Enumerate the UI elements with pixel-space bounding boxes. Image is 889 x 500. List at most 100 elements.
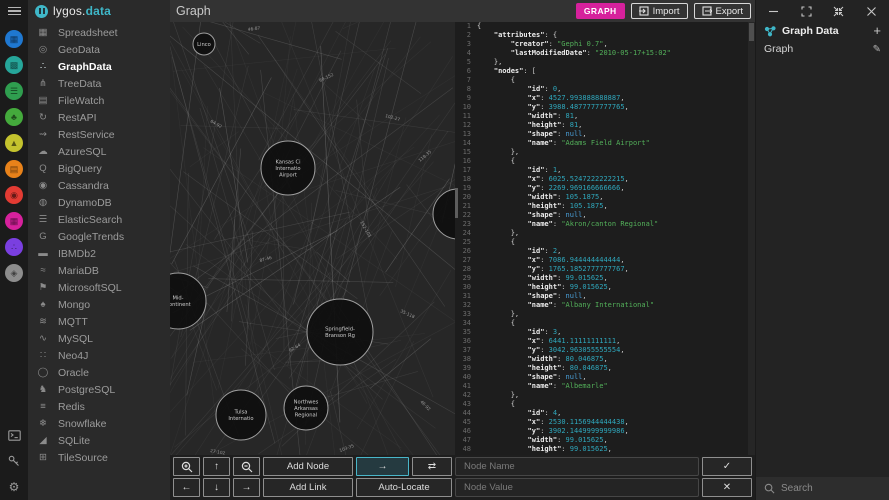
graph-mode-button[interactable]: GRAPH (575, 3, 625, 19)
editor-scrollbar[interactable] (748, 22, 755, 455)
code-line: 4 "lastModifiedDate": "2010-05-17+15:02" (466, 49, 671, 57)
svg-text:Linco: Linco (197, 42, 211, 48)
module-media-icon[interactable]: ▦ (5, 212, 23, 230)
add-graph-icon[interactable]: + (873, 24, 881, 37)
module-tree-icon[interactable]: ♣ (5, 108, 23, 126)
zoom-out-button[interactable] (233, 457, 260, 476)
directed-edge-button[interactable]: → (356, 457, 409, 476)
zoom-in-button[interactable] (173, 457, 200, 476)
key-icon[interactable] (0, 448, 28, 474)
svg-text:Regional: Regional (295, 412, 317, 418)
sidebar-item-mqtt[interactable]: ≋ MQTT (28, 313, 170, 330)
code-line: 40 "shape": null, (462, 373, 587, 381)
sidebar-item-microsoftsql[interactable]: ⚑ MicrosoftSQL (28, 279, 170, 296)
sidebar-item-ibmdb2[interactable]: ▬ IBMDb2 (28, 245, 170, 262)
pan-down-button[interactable]: ↓ (203, 478, 230, 497)
sidebar-item-snowflake[interactable]: ❄ Snowflake (28, 415, 170, 432)
module-network-icon[interactable]: ∴ (5, 238, 23, 256)
maximize-icon[interactable] (801, 5, 812, 17)
zoom-in-icon (181, 461, 192, 472)
sidebar-item-graphdata[interactable]: ∴ GraphData (28, 58, 170, 75)
node-value-input[interactable] (455, 478, 699, 497)
sidebar-item-spreadsheet[interactable]: ▦ Spreadsheet (28, 24, 170, 41)
graph-data-title: Graph Data (782, 25, 839, 37)
sidebar-item-dynamodb[interactable]: ◍ DynamoDB (28, 194, 170, 211)
sidebar-item-label: AzureSQL (58, 145, 107, 158)
sidebar-item-treedata[interactable]: ⋔ TreeData (28, 75, 170, 92)
terminal-icon[interactable] (0, 422, 28, 448)
module-building-icon[interactable]: ▤ (5, 160, 23, 178)
sidebar-item-restapi[interactable]: ↻ RestAPI (28, 109, 170, 126)
sidebar-item-label: ElasticSearch (58, 213, 123, 226)
sidebar-item-neo4j[interactable]: ∷ Neo4J (28, 347, 170, 364)
code-line: 19 "y": 2269.969166666666, (462, 184, 625, 192)
code-line: 30 "height": 99.015625, (462, 283, 612, 291)
code-line: 15 }, (462, 148, 520, 156)
node-name-input[interactable] (455, 457, 699, 476)
export-button[interactable]: Export (693, 3, 751, 19)
ibmdb2-icon: ▬ (38, 248, 48, 259)
settings-gear-icon[interactable]: ⚙ (0, 474, 28, 500)
sidebar-item-label: GoogleTrends (58, 230, 125, 243)
sidebar-item-cassandra[interactable]: ◉ Cassandra (28, 177, 170, 194)
minimize-icon[interactable] (768, 6, 779, 17)
graph-node-northwest-arkansas-regional[interactable]: NorthwesArkansasRegional (283, 385, 329, 431)
graph-node-tulsa-international[interactable]: TulsaInternatio (215, 389, 267, 441)
add-node-button[interactable]: Add Node (263, 457, 353, 476)
json-code-editor[interactable]: 1{2 "attributes": {3 "creator": "Gephi 0… (455, 22, 755, 455)
code-lines: 1{2 "attributes": {3 "creator": "Gephi 0… (455, 22, 755, 454)
pan-right-button[interactable]: → (233, 478, 260, 497)
sidebar-item-bigquery[interactable]: Q BigQuery (28, 160, 170, 177)
sidebar-item-mariadb[interactable]: ≈ MariaDB (28, 262, 170, 279)
editor-scrollbar-thumb[interactable] (749, 23, 754, 41)
edit-pencil-icon[interactable]: ✎ (873, 44, 881, 55)
confirm-button[interactable]: ✓ (702, 457, 752, 476)
sidebar-item-sqlite[interactable]: ◢ SQLite (28, 432, 170, 449)
module-sign-icon[interactable]: ◉ (5, 186, 23, 204)
graph-node-kansas-city-international-airport[interactable]: Kansas CiInternatioAirport (260, 140, 316, 196)
auto-locate-button[interactable]: Auto-Locate (356, 478, 452, 497)
close-icon[interactable] (866, 6, 877, 17)
search-input[interactable] (781, 483, 881, 494)
sidebar-item-mongo[interactable]: ♠ Mongo (28, 296, 170, 313)
module-markdown-icon[interactable]: ☰ (5, 82, 23, 100)
graph-list-item[interactable]: Graph ✎ (756, 40, 889, 58)
add-link-button[interactable]: Add Link (263, 478, 353, 497)
sidebar-item-filewatch[interactable]: ▤ FileWatch (28, 92, 170, 109)
sidebar-item-label: SQLite (58, 434, 91, 447)
code-line: 29 "width": 99.015625, (462, 274, 608, 282)
sidebar-item-restservice[interactable]: ⇝ RestService (28, 126, 170, 143)
graph-canvas[interactable]: 46-87 64-92 69-152 102-27 118-35 152-103 87-46… (170, 22, 455, 455)
pan-left-button[interactable]: ← (173, 478, 200, 497)
code-line: 12 "height": 81, (462, 121, 583, 129)
module-calc-icon[interactable]: ▩ (5, 56, 23, 74)
bidirectional-edge-button[interactable]: ⇄ (412, 457, 452, 476)
sidebar-item-elasticsearch[interactable]: ☰ ElasticSearch (28, 211, 170, 228)
module-spreadsheet-icon[interactable]: ▦ (5, 30, 23, 48)
graph-node-springfield-branson-rg[interactable]: Springfield-Branson Rg (306, 298, 374, 366)
collapse-icon[interactable] (833, 6, 844, 17)
code-line: 14 "name": "Adams Field Airport" (462, 139, 650, 147)
cancel-button[interactable]: ✕ (702, 478, 752, 497)
pan-up-button[interactable]: ↑ (203, 457, 230, 476)
code-line: 3 "creator": "Gephi 0.7", (466, 40, 608, 48)
module-chart-icon[interactable]: ▲ (5, 134, 23, 152)
sidebar-item-googletrends[interactable]: G GoogleTrends (28, 228, 170, 245)
graphdata-icon: ∴ (39, 61, 47, 72)
sidebar-item-redis[interactable]: ≡ Redis (28, 398, 170, 415)
sidebar-item-postgresql[interactable]: ♞ PostgreSQL (28, 381, 170, 398)
sidebar-item-geodata[interactable]: ◎ GeoData (28, 41, 170, 58)
sidebar-item-tilesource[interactable]: ⊞ TileSource (28, 449, 170, 466)
module-package-icon[interactable]: ◈ (5, 264, 23, 282)
code-line: 16 { (462, 157, 515, 165)
sidebar-item-mysql[interactable]: ∿ MySQL (28, 330, 170, 347)
graph-node-lincoln[interactable]: Linco (192, 32, 216, 56)
sidebar-item-label: Cassandra (58, 179, 109, 192)
sidebar-item-azuresql[interactable]: ☁ AzureSQL (28, 143, 170, 160)
editor-left-scrollbar-thumb[interactable] (455, 188, 458, 218)
code-line: 36 "x": 6441.11111111111, (462, 337, 621, 345)
import-button[interactable]: Import (630, 3, 688, 19)
mqtt-icon: ≋ (39, 316, 47, 327)
sidebar-item-oracle[interactable]: ◯ Oracle (28, 364, 170, 381)
hamburger-menu-icon[interactable] (0, 0, 28, 22)
